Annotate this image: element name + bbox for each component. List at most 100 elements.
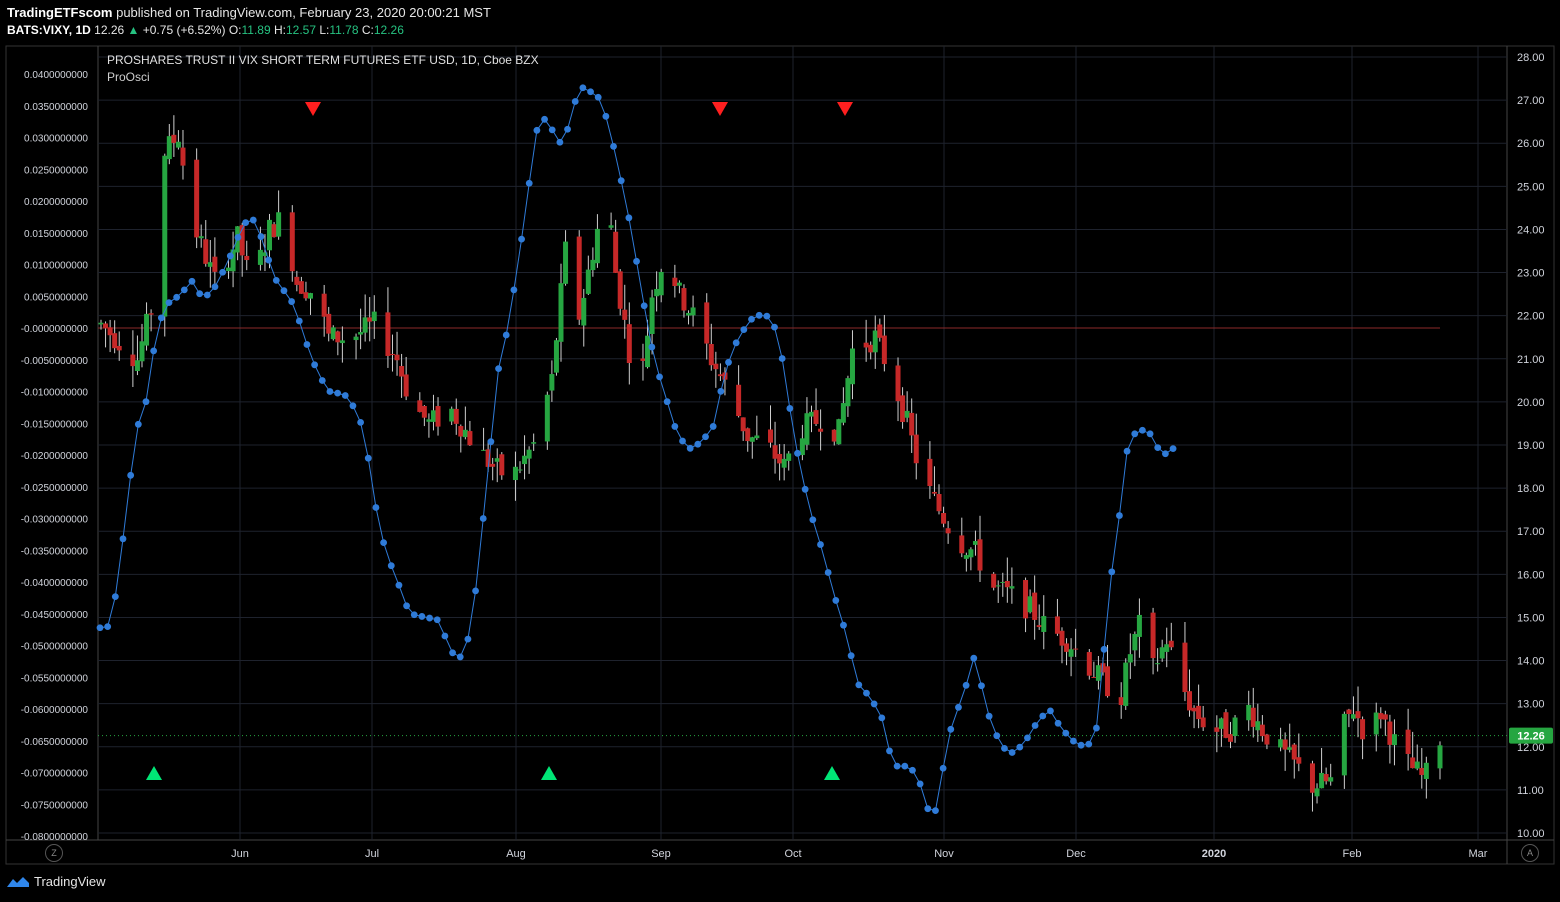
time-axis[interactable]: Jun Jul Aug Sep Oct Nov Dec 2020 Feb Mar <box>231 848 1488 860</box>
price-tick-label: 16.00 <box>1517 569 1545 581</box>
candle <box>1314 783 1320 804</box>
candle <box>681 284 687 318</box>
osc-tick-label: 0.0250000000 <box>24 165 88 176</box>
candle <box>1323 767 1329 785</box>
candle <box>563 230 569 286</box>
candle-body <box>367 317 373 322</box>
candle <box>139 323 145 368</box>
candle <box>799 424 805 461</box>
osc-tick-label: -0.0450000000 <box>21 610 89 621</box>
osc-point <box>870 700 878 708</box>
osc-tick-label: -0.0600000000 <box>21 705 89 716</box>
price-tick-label: 14.00 <box>1517 656 1545 668</box>
candle-body <box>180 147 186 166</box>
sell-signal-icon <box>837 102 853 116</box>
candle <box>927 441 933 499</box>
price-tick-label: 18.00 <box>1517 483 1545 495</box>
candle <box>371 295 377 339</box>
candle-body <box>257 249 263 265</box>
candle <box>499 452 505 480</box>
price-axis[interactable]: 28.00 27.00 26.00 25.00 24.00 23.00 22.00 21.00… <box>1517 52 1545 840</box>
candle <box>913 413 919 480</box>
osc-point <box>1047 707 1054 715</box>
candle <box>749 436 755 459</box>
candle-body <box>713 363 719 370</box>
osc-tick-label: -0.0750000000 <box>21 800 89 811</box>
osc-point <box>702 433 709 441</box>
osc-point <box>778 355 786 362</box>
candle-body <box>1182 642 1188 693</box>
candle-body <box>626 324 632 364</box>
candle-body <box>385 312 391 356</box>
time-tick-label: Mar <box>1469 848 1488 860</box>
osc-point <box>142 398 150 406</box>
candle-body <box>203 239 209 264</box>
candle-body <box>658 271 664 296</box>
candle-body <box>389 353 395 355</box>
candle-body <box>654 288 660 297</box>
osc-point <box>518 235 525 243</box>
osc-tick-label: 0.0150000000 <box>24 229 88 240</box>
osc-tick-label: 0.0300000000 <box>24 134 88 145</box>
auto-scale-button[interactable]: A <box>1521 844 1539 862</box>
osc-point <box>464 635 472 643</box>
osc-point <box>1154 444 1162 451</box>
osc-tick-label: -0.0300000000 <box>21 515 89 526</box>
candle <box>904 391 910 423</box>
candle <box>1127 633 1133 679</box>
candle-body <box>421 406 427 418</box>
chart-svg[interactable]: 0.0400000000 0.0350000000 0.0300000000 0.02… <box>0 0 1560 902</box>
candle <box>713 351 719 388</box>
osc-point <box>993 732 1001 740</box>
candle <box>1410 731 1416 769</box>
chart-title: PROSHARES TRUST II VIX SHORT TERM FUTURE… <box>107 53 539 67</box>
osc-tick-label: -0.0350000000 <box>21 546 89 557</box>
price-tick-label: 10.00 <box>1517 828 1545 840</box>
time-tick-label: Feb <box>1343 848 1362 860</box>
candle <box>1064 638 1070 666</box>
candle <box>1223 709 1229 739</box>
candle-body <box>1132 634 1138 651</box>
osc-point <box>610 142 617 150</box>
footer-brand[interactable]: TradingView <box>6 874 106 889</box>
candle-body <box>645 335 651 368</box>
candle <box>1091 661 1097 678</box>
candle <box>1405 708 1411 771</box>
candle-body <box>353 336 359 341</box>
candle-body <box>690 307 696 316</box>
candle <box>1346 708 1352 728</box>
osc-point <box>357 419 365 426</box>
candle-body <box>1091 676 1097 678</box>
candle <box>849 330 855 400</box>
osc-point <box>134 420 142 428</box>
candle <box>931 466 937 497</box>
candle-body <box>1095 665 1101 681</box>
osc-point <box>472 587 479 595</box>
price-tick-label: 21.00 <box>1517 354 1545 366</box>
osc-point <box>387 562 395 570</box>
time-tick-label: Aug <box>506 848 526 860</box>
candle-body <box>576 236 582 320</box>
candle <box>640 343 646 381</box>
candle <box>421 405 427 427</box>
osc-point <box>648 343 656 351</box>
candle <box>863 319 869 362</box>
osc-point <box>947 725 955 733</box>
price-tick-label: 24.00 <box>1517 224 1545 236</box>
osc-point <box>364 454 372 462</box>
time-tick-label: Dec <box>1066 848 1086 860</box>
candle-body <box>116 345 122 351</box>
candle-body <box>1023 580 1029 619</box>
timezone-button[interactable]: Z <box>45 844 63 862</box>
candle-body <box>868 344 874 353</box>
candle <box>1032 575 1038 640</box>
candle-body <box>649 297 655 334</box>
candle <box>959 517 965 558</box>
candle <box>1027 589 1033 614</box>
candle-body <box>1278 739 1284 748</box>
candle <box>198 224 204 248</box>
candle-body <box>590 259 596 271</box>
candle <box>613 219 619 273</box>
osc-point <box>863 689 870 697</box>
candle-body <box>198 236 204 239</box>
